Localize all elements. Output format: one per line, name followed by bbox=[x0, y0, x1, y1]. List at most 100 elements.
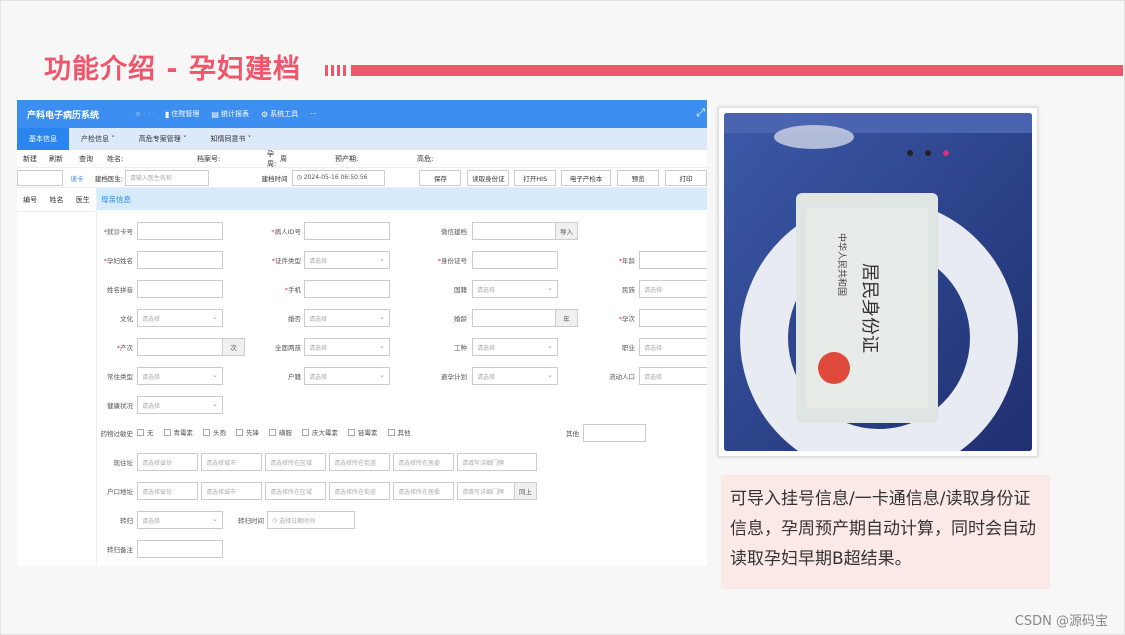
address-street-select[interactable]: 请选择所在街道 bbox=[329, 453, 390, 471]
hukou-province-select[interactable]: 请选择省份 bbox=[137, 482, 198, 500]
occupation-label: 职业 bbox=[622, 344, 635, 352]
education-select[interactable]: 请选择 ⌄ bbox=[137, 309, 223, 327]
tab-consent[interactable]: 知情同意书 ˅ bbox=[198, 128, 263, 150]
read-card-button[interactable]: 读卡 bbox=[62, 169, 91, 186]
menu-item-tools[interactable]: ⚙ 系统工具 bbox=[261, 109, 298, 119]
new-button[interactable]: 新建 bbox=[17, 154, 43, 164]
transfer-note-input[interactable] bbox=[137, 540, 223, 558]
job-type-select[interactable]: 请选择 ⌄ bbox=[472, 338, 558, 356]
card-input[interactable] bbox=[17, 169, 63, 186]
allergy-option-sulfa[interactable]: 磺胺 bbox=[269, 427, 292, 437]
search-button[interactable]: 查询 bbox=[73, 154, 99, 164]
hukou-street-select[interactable]: 请选择所在街道 bbox=[329, 482, 390, 500]
tab-bar: 基本信息 产检信息 ˅ 高危专案管理 ˅ 知情同意书 ˅ bbox=[17, 128, 707, 150]
tab-high-risk[interactable]: 高危专案管理 ˅ bbox=[127, 128, 199, 150]
title-accent-bar bbox=[351, 65, 1123, 76]
title-ticks bbox=[325, 65, 346, 76]
hukou-committee-select[interactable]: 请选择所在居委 bbox=[393, 482, 454, 500]
allergy-option-none[interactable]: 无 bbox=[137, 427, 154, 437]
hukou-city-select[interactable]: 请选择城市 bbox=[201, 482, 262, 500]
allergy-option-streptomycin[interactable]: 链霉素 bbox=[348, 427, 378, 437]
allergy-option-pioneer[interactable]: 先锋 bbox=[236, 427, 259, 437]
phone-label: *手机 bbox=[284, 286, 301, 294]
allergy-option-cephalosporin[interactable]: 头孢 bbox=[203, 427, 226, 437]
residence-type-label: 常住类型 bbox=[107, 373, 133, 381]
open-his-button[interactable]: 打开HIS bbox=[514, 169, 557, 186]
read-id-card-button[interactable]: 读取身份证 bbox=[467, 169, 510, 186]
nationality-select[interactable]: 请选择 ⌄ bbox=[472, 280, 558, 298]
allergy-option-gentamicin[interactable]: 庆大霉素 bbox=[302, 427, 338, 437]
transfer-time-input[interactable]: ◷ 选择日期时间 bbox=[267, 511, 355, 529]
wechat-input[interactable]: 导入 bbox=[472, 222, 578, 240]
pinyin-label: 姓名拼音 bbox=[107, 286, 133, 294]
phone-input[interactable] bbox=[304, 280, 390, 298]
clock-icon: ◷ bbox=[272, 516, 280, 524]
chevron-down-icon: ⌄ bbox=[379, 371, 385, 379]
migrant-select[interactable]: 请选择 bbox=[639, 367, 707, 385]
e-checkup-book-button[interactable]: 电子产检本 bbox=[561, 169, 612, 186]
patient-list: 编号 姓名 医生 bbox=[17, 188, 97, 566]
import-button[interactable]: 导入 bbox=[555, 223, 577, 239]
refresh-button[interactable]: 刷新 bbox=[43, 154, 69, 164]
expand-icon[interactable]: ⤢ bbox=[696, 106, 705, 120]
patient-id-input[interactable] bbox=[304, 222, 390, 240]
second-child-select[interactable]: 请选择 ⌄ bbox=[304, 338, 390, 356]
record-time-input[interactable]: ◷ 2024-05-16 06:50:56 bbox=[291, 169, 386, 186]
patient-list-header: 编号 姓名 医生 bbox=[17, 188, 96, 212]
print-button[interactable]: 打印 bbox=[665, 169, 707, 186]
other-input[interactable] bbox=[583, 424, 646, 442]
age-input[interactable] bbox=[639, 251, 707, 269]
hukou-detail-input[interactable]: 请填写详细门牌 同上 bbox=[457, 482, 537, 500]
gravida-input[interactable] bbox=[639, 309, 707, 327]
feature-description: 可导入挂号信息/一卡通信息/读取身份证信息，孕周预产期自动计算，同时会自动读取孕… bbox=[721, 475, 1050, 589]
slide: 功能介绍 - 孕妇建档 产科电子病历系统 ≡ · · · ▮ 住院管理 ▤ 统计报表… bbox=[0, 0, 1125, 635]
address-city-select[interactable]: 请选择城市 bbox=[201, 453, 262, 471]
address-detail-input[interactable]: 请填写详细门牌 bbox=[457, 453, 537, 471]
ethnicity-select[interactable]: 请选择 bbox=[639, 280, 707, 298]
id-no-input[interactable] bbox=[472, 251, 558, 269]
menu-item-reports[interactable]: ▤ 统计报表 bbox=[211, 109, 249, 119]
menu-item-inpatient[interactable]: ▮ 住院管理 bbox=[165, 109, 199, 119]
card-no-input[interactable] bbox=[137, 222, 223, 240]
same-as-above-button[interactable]: 同上 bbox=[514, 483, 536, 499]
health-select[interactable]: 请选择 ⌄ bbox=[137, 396, 223, 414]
chart-icon: ▮ bbox=[165, 109, 170, 119]
id-type-select[interactable]: 请选择 ⌄ bbox=[304, 251, 390, 269]
allergy-option-penicillin[interactable]: 青霉素 bbox=[163, 427, 193, 437]
save-button[interactable]: 保存 bbox=[419, 169, 462, 186]
record-doctor-label: 建档医生: bbox=[94, 174, 124, 183]
stats-icon: ▤ bbox=[211, 109, 219, 119]
tab-checkup-info[interactable]: 产检信息 ˅ bbox=[69, 128, 127, 150]
marriage-select[interactable]: 请选择 ⌄ bbox=[304, 309, 390, 327]
other-label: 其他 bbox=[566, 430, 579, 438]
patient-id-label: *病人ID号 bbox=[271, 228, 301, 236]
chevron-down-icon: ⌄ bbox=[212, 371, 218, 379]
record-time-label: 建档时间 bbox=[261, 174, 288, 183]
parity-input[interactable]: 次 bbox=[137, 338, 245, 356]
pinyin-input[interactable] bbox=[137, 280, 223, 298]
name-label: *孕妇姓名 bbox=[103, 257, 133, 265]
address-committee-select[interactable]: 请选择所在居委 bbox=[393, 453, 454, 471]
times-unit: 次 bbox=[222, 339, 244, 355]
marriage-age-input[interactable]: 年 bbox=[472, 309, 578, 327]
hukou-address-selects: 请选择省份 请选择城市 请选择所在区域 请选择所在街道 请选择所在居委 请填写详… bbox=[137, 482, 537, 500]
hukou-district-select[interactable]: 请选择所在区域 bbox=[265, 482, 326, 500]
record-doctor-input[interactable]: 请输入医生名称 bbox=[124, 169, 209, 186]
hukou-select[interactable]: 请选择 ⌄ bbox=[304, 367, 390, 385]
gravida-label: *孕次 bbox=[618, 315, 635, 323]
contraception-select[interactable]: 请选择 ⌄ bbox=[472, 367, 558, 385]
occupation-select[interactable]: 请选择 bbox=[639, 338, 707, 356]
tab-basic-info[interactable]: 基本信息 bbox=[17, 128, 69, 150]
allergy-option-other[interactable]: 其他 bbox=[387, 427, 411, 437]
residence-type-select[interactable]: 请选择 ⌄ bbox=[137, 367, 223, 385]
id-reader-photo-frame: 居民身份证 中华人民共和国 bbox=[718, 107, 1038, 457]
name-input[interactable] bbox=[137, 251, 223, 269]
menu-item-more[interactable]: ··· bbox=[310, 110, 317, 118]
preview-button[interactable]: 预览 bbox=[617, 169, 660, 186]
transfer-select[interactable]: 请选择 ⌄ bbox=[137, 511, 223, 529]
id-no-label: *身份证号 bbox=[437, 257, 467, 265]
summary-week-unit: 周 bbox=[280, 154, 287, 163]
address-province-select[interactable]: 请选择省份 bbox=[137, 453, 198, 471]
id-card-reader-photo: 居民身份证 中华人民共和国 bbox=[724, 113, 1032, 451]
address-district-select[interactable]: 请选择所在区域 bbox=[265, 453, 326, 471]
